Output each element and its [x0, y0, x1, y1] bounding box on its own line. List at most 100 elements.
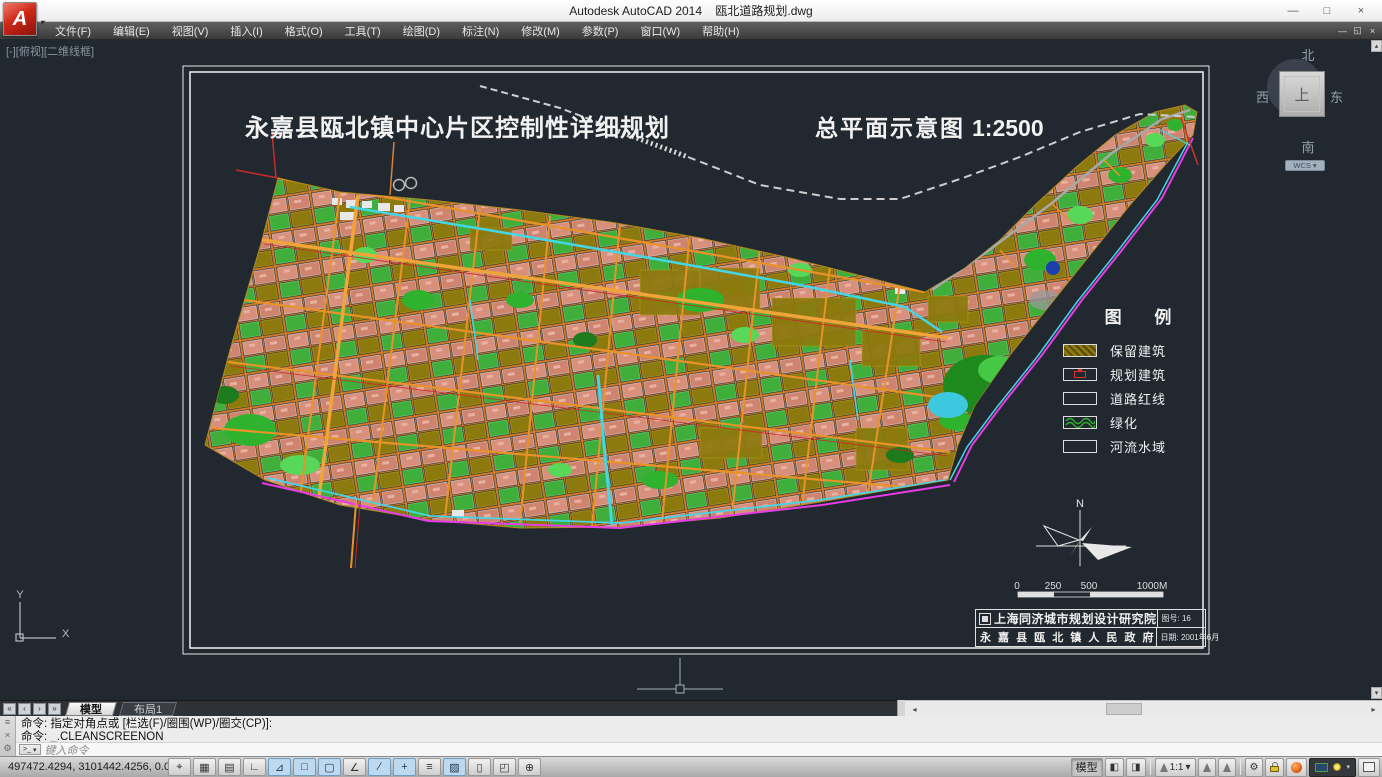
workspace-switching-button[interactable]: ⚙: [1245, 758, 1264, 777]
maximize-button[interactable]: □: [1310, 0, 1344, 22]
viewcube-top-face[interactable]: 上: [1279, 71, 1325, 117]
legend-swatch-retained: [1063, 344, 1097, 357]
toggle-infer-constraints[interactable]: ⌖: [168, 758, 191, 776]
menu-draw[interactable]: 绘图(D): [392, 22, 451, 39]
menu-view[interactable]: 视图(V): [161, 22, 220, 39]
toggle-dynamic-ucs[interactable]: ∕: [368, 758, 391, 776]
legend-label-road: 道路红线: [1110, 389, 1166, 408]
grip-icon[interactable]: ≡: [5, 716, 10, 729]
toggle-annotation-monitor[interactable]: ⊕: [518, 758, 541, 776]
toggle-snap-mode[interactable]: ▦: [193, 758, 216, 776]
tab-next-button[interactable]: ›: [33, 703, 46, 715]
viewcube[interactable]: 北 上 西 东 南 WCS ▾: [1255, 45, 1361, 177]
toggle-polar-tracking[interactable]: ⊿: [268, 758, 291, 776]
annotation-scale-dropdown-icon: ▾: [1185, 762, 1190, 773]
tab-model[interactable]: 模型: [65, 702, 117, 716]
wcs-dropdown-icon: ▾: [1313, 161, 1317, 170]
performance-button[interactable]: [1286, 758, 1307, 777]
ucs-icon: Y X: [16, 589, 70, 641]
hardware-acceleration-icon[interactable]: [1315, 763, 1328, 772]
clean-screen-button[interactable]: [1358, 758, 1380, 777]
legend-label-retained: 保留建筑: [1110, 341, 1166, 360]
doc-minimize-button[interactable]: —: [1335, 22, 1350, 39]
scroll-right-button[interactable]: ▸: [1366, 702, 1381, 716]
drawing-plan-scale: 1:2500: [972, 115, 1044, 141]
toggle-3d-object-snap[interactable]: ▢: [318, 758, 341, 776]
status-menu-dropdown-icon[interactable]: ▾: [1346, 763, 1350, 771]
doc-close-button[interactable]: ×: [1365, 22, 1380, 39]
menu-insert[interactable]: 插入(I): [219, 22, 273, 39]
annotation-autoscale-button[interactable]: [1218, 758, 1236, 777]
toggle-dynamic-input[interactable]: +: [393, 758, 416, 776]
tab-first-button[interactable]: «: [3, 703, 16, 715]
tab-layout1[interactable]: 布局1: [119, 702, 177, 716]
autocad-logo-button[interactable]: A ▾: [3, 2, 37, 36]
viewcube-wcs-menu[interactable]: WCS ▾: [1285, 160, 1325, 171]
quick-view-layouts-button[interactable]: ◧: [1105, 758, 1124, 777]
model-space-button[interactable]: 模型: [1071, 758, 1103, 777]
legend-swatch-planned: [1063, 368, 1097, 381]
viewcube-north-label[interactable]: 北: [1255, 45, 1361, 64]
tab-prev-button[interactable]: ‹: [18, 703, 31, 715]
title-block-row-org: 上海同济城市规划设计研究院 图号: 16: [976, 610, 1205, 628]
customize-wrench-icon[interactable]: ⚙: [3, 742, 11, 755]
viewcube-west-label[interactable]: 西: [1256, 87, 1269, 106]
close-command-icon[interactable]: ×: [5, 729, 10, 742]
toggle-quick-properties[interactable]: ▯: [468, 758, 491, 776]
coordinate-display[interactable]: 497472.4294, 3101442.4256, 0.0000: [0, 761, 168, 773]
menu-parametric[interactable]: 参数(P): [571, 22, 630, 39]
viewport-controls[interactable]: [-][俯视][二维线框]: [6, 43, 94, 59]
city-land-mass: [205, 105, 1197, 528]
toggle-object-snap-tracking[interactable]: ∠: [343, 758, 366, 776]
annotation-visibility-icon: [1203, 763, 1211, 772]
horizontal-scroll-thumb[interactable]: [1106, 703, 1142, 715]
annotation-scale-button[interactable]: 1:1 ▾: [1155, 758, 1196, 777]
vertical-scroll-down-button[interactable]: ▾: [1371, 687, 1382, 699]
menu-help[interactable]: 帮助(H): [691, 22, 750, 39]
menu-dimension[interactable]: 标注(N): [451, 22, 510, 39]
tab-last-button[interactable]: »: [48, 703, 61, 715]
menu-window[interactable]: 窗口(W): [629, 22, 691, 39]
toggle-grid-display[interactable]: ▤: [218, 758, 241, 776]
legend-label-green: 绿化: [1110, 413, 1138, 432]
minimize-button[interactable]: —: [1276, 0, 1310, 22]
legend-title: 图 例: [1063, 303, 1213, 328]
viewcube-south-label[interactable]: 南: [1255, 137, 1361, 156]
menu-tools[interactable]: 工具(T): [334, 22, 392, 39]
vertical-scroll-up-button[interactable]: ▴: [1371, 40, 1382, 52]
command-line-rail: ≡ × ⚙: [0, 716, 16, 756]
legend-item-water: 河流水域: [1063, 440, 1213, 453]
lock-icon: [1270, 762, 1279, 772]
toolbar-lock-button[interactable]: [1265, 758, 1284, 777]
menu-format[interactable]: 格式(O): [274, 22, 334, 39]
menu-file[interactable]: 文件(F): [44, 22, 102, 39]
toggle-ortho-mode[interactable]: ∟: [243, 758, 266, 776]
toggle-object-snap[interactable]: □: [293, 758, 316, 776]
scroll-left-button[interactable]: ◂: [907, 702, 922, 716]
status-separator: [1240, 759, 1241, 775]
client-name: 永 嘉 县 瓯 北 镇 人 民 政 府: [976, 629, 1156, 645]
toggle-lineweight[interactable]: ≡: [418, 758, 441, 776]
lake: [928, 392, 968, 418]
toggle-transparency[interactable]: ▨: [443, 758, 466, 776]
menu-modify[interactable]: 修改(M): [510, 22, 571, 39]
command-input-row[interactable]: >_ ▾ 键入命令: [16, 742, 1382, 756]
legend-label-water: 河流水域: [1110, 437, 1166, 456]
annotation-visibility-button[interactable]: [1198, 758, 1216, 777]
horizontal-scrollbar[interactable]: ◂ ▸: [905, 700, 1382, 716]
title-bar: Autodesk AutoCAD 2014 瓯北道路规划.dwg: [0, 0, 1382, 22]
isolate-objects-icon[interactable]: [1333, 763, 1341, 771]
toggle-selection-cycling[interactable]: ◰: [493, 758, 516, 776]
viewcube-east-label[interactable]: 东: [1330, 87, 1343, 106]
down-arrow-icon: ▾: [1375, 689, 1379, 697]
scrollbar-splitter-grip[interactable]: [897, 700, 905, 716]
quick-view-drawings-button[interactable]: ◨: [1126, 758, 1145, 777]
model-space-canvas[interactable]: 永嘉县瓯北镇中心片区控制性详细规划 总平面示意图 1:2500 N 0 250 …: [0, 39, 1382, 700]
legend-swatch-road: [1063, 392, 1097, 405]
legend-swatch-water: [1063, 440, 1097, 453]
close-button[interactable]: ×: [1344, 0, 1378, 22]
command-prompt-button[interactable]: >_ ▾: [19, 744, 41, 755]
doc-restore-button[interactable]: ◱: [1350, 22, 1365, 39]
menu-edit[interactable]: 编辑(E): [102, 22, 161, 39]
pond: [1046, 261, 1060, 275]
